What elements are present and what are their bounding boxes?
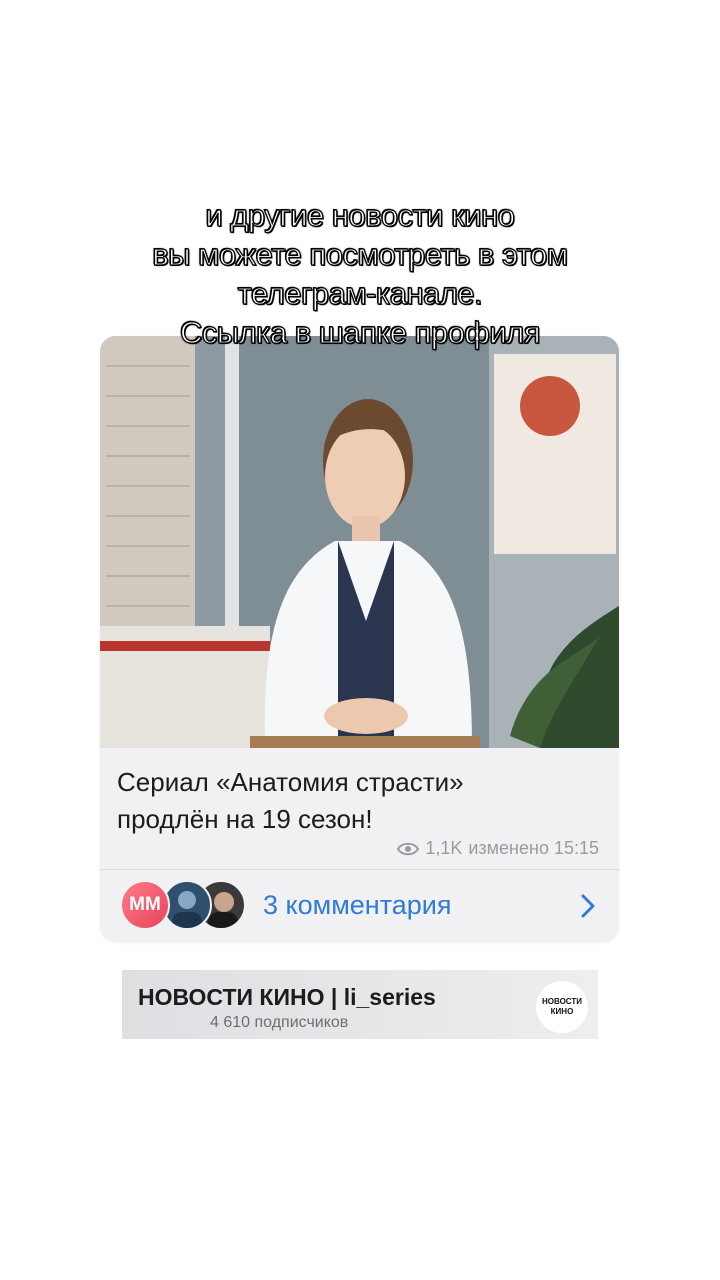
post-photo[interactable] — [100, 336, 619, 748]
caption-line: Ссылка в шапке профиля — [179, 314, 541, 350]
views-count: 1,1K — [425, 838, 463, 858]
caption-line: вы можете посмотреть в этом — [152, 236, 569, 272]
comments-label: 3 комментария — [263, 890, 452, 920]
video-caption: и другие новости кино вы можете посмотре… — [0, 196, 720, 352]
channel-title: НОВОСТИ КИНО | li_series — [138, 984, 436, 1010]
edited-time: изменено 15:15 — [468, 838, 599, 858]
subscriber-count: 4 610 подписчиков — [210, 1014, 349, 1031]
avatar-initials: MM — [129, 894, 161, 915]
caption-line: телеграм-канале. — [237, 275, 483, 311]
caption-line: и другие новости кино — [205, 197, 516, 233]
chevron-right-icon — [581, 894, 595, 918]
logo-text: КИНО — [550, 1007, 574, 1016]
channel-logo[interactable]: НОВОСТИ КИНО — [536, 981, 588, 1033]
logo-text: НОВОСТИ — [541, 997, 582, 1006]
eye-icon — [397, 842, 420, 855]
avatar: MM — [120, 880, 170, 930]
channel-header[interactable]: НОВОСТИ КИНО | li_series 4 610 подписчик… — [122, 970, 598, 1039]
post-text: Сериал «Анатомия страсти» продлён на 19 … — [117, 764, 607, 838]
post-meta: 1,1K изменено 15:15 — [397, 838, 599, 859]
post-text-line: продлён на 19 сезон! — [117, 804, 373, 834]
telegram-post-card: Сериал «Анатомия страсти» продлён на 19 … — [100, 336, 619, 942]
comments-button[interactable]: MM 3 комментария — [100, 870, 619, 942]
post-text-line: Сериал «Анатомия страсти» — [117, 767, 464, 797]
